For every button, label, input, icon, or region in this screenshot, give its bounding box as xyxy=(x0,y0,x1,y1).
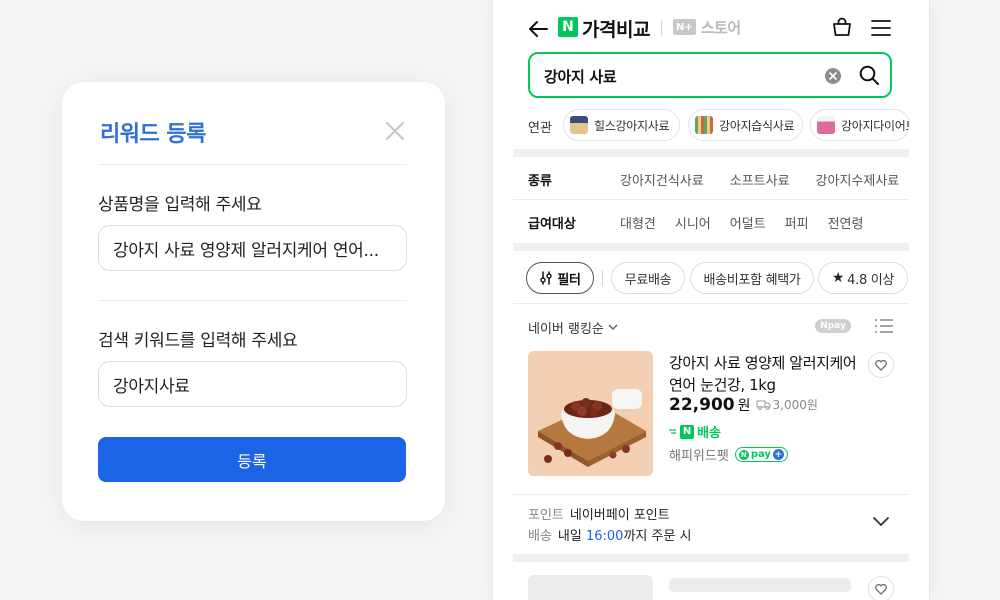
section-divider xyxy=(513,149,909,157)
ship-condition: 까지 주문 시 xyxy=(623,529,692,544)
point-value: 네이버페이 포인트 xyxy=(569,508,670,523)
cart-icon[interactable] xyxy=(831,16,853,38)
shipping-benefit-chip[interactable]: 배송비포함 혜택가 xyxy=(690,262,814,294)
related-chip[interactable]: 강아지습식사료 xyxy=(688,109,803,141)
filter-key: 급여대상 xyxy=(528,217,576,232)
menu-icon[interactable] xyxy=(870,18,892,38)
filter-option[interactable]: 퍼피 xyxy=(785,213,809,232)
filter-option[interactable]: 대형견 xyxy=(620,213,656,232)
price-currency: 원 xyxy=(737,398,751,414)
naver-logo-icon[interactable]: N xyxy=(558,17,578,37)
filter-sliders-icon xyxy=(540,271,553,285)
back-arrow-icon[interactable] xyxy=(527,18,549,40)
filter-button-label: 필터 xyxy=(557,272,581,288)
shipping-fee: 3,000원 xyxy=(756,396,818,413)
product-name-label: 상품명을 입력해 주세요 xyxy=(98,195,262,215)
divider xyxy=(661,20,662,36)
heart-icon xyxy=(875,583,887,595)
divider xyxy=(98,164,407,165)
reward-modal: 리워드 등록 상품명을 입력해 주세요 강아지 사료 영양제 알러지케어 연어.… xyxy=(62,82,445,521)
related-chip-label: 강아지습식사료 xyxy=(719,118,795,133)
seller-name[interactable]: 해피위드펫 xyxy=(669,445,729,464)
filter-key: 종류 xyxy=(528,174,552,189)
ship-time: 16:00 xyxy=(585,529,624,544)
section-divider xyxy=(513,243,909,251)
list-view-icon[interactable] xyxy=(874,318,894,334)
shipping-fee-label: 3,000원 xyxy=(772,398,818,412)
dog-food-bowl-image xyxy=(528,351,653,476)
rating-chip-label: 4.8 이상 xyxy=(847,272,895,288)
delivery-label: 배송 xyxy=(697,426,721,441)
point-key: 포인트 xyxy=(528,508,564,523)
related-chip[interactable]: 힐스강아지사료 xyxy=(563,109,680,141)
truck-icon xyxy=(756,400,770,410)
product-thumb-icon xyxy=(817,116,835,134)
seller: 해피위드펫 N pay + xyxy=(669,445,788,464)
wishlist-button[interactable] xyxy=(868,576,894,600)
keyword-input[interactable]: 강아지사료 xyxy=(98,361,407,407)
phone-screen: N 가격비교 N+ 스토어 강아지 사료 연관 힐스강아지사료 강아지습식사료 … xyxy=(493,0,929,600)
sort-label: 네이버 랭킹순 xyxy=(528,322,604,337)
skeleton-text xyxy=(669,578,851,592)
product-price: 22,900 원 3,000원 xyxy=(669,395,818,415)
filter-option[interactable]: 소프트사료 xyxy=(730,170,790,189)
divider xyxy=(98,300,407,301)
filter-option[interactable]: 어덜트 xyxy=(730,213,766,232)
chevron-down-icon[interactable] xyxy=(872,516,890,528)
speed-lines-icon xyxy=(669,428,676,434)
related-label: 연관 xyxy=(528,121,552,136)
heart-icon xyxy=(875,359,887,371)
store-label: 스토어 xyxy=(700,18,741,37)
nplus-store-link[interactable]: N+ 스토어 xyxy=(673,18,741,37)
free-shipping-chip[interactable]: 무료배송 xyxy=(611,262,685,294)
ship-key: 배송 xyxy=(528,529,552,544)
product-name-input[interactable]: 강아지 사료 영양제 알러지케어 연어... xyxy=(98,225,407,271)
product-thumb-icon xyxy=(570,116,588,134)
naver-delivery-badge: N 배송 xyxy=(669,422,721,441)
filter-option[interactable]: 강아지건식사료 xyxy=(620,170,704,189)
npay-filter-badge[interactable]: Npay xyxy=(815,319,851,333)
filter-row-target: 급여대상 대형견 시니어 어덜트 퍼피 전연령 xyxy=(528,213,863,232)
clear-icon[interactable] xyxy=(824,67,842,85)
rating-chip[interactable]: ★ 4.8 이상 xyxy=(818,262,908,294)
npay-label: pay xyxy=(750,449,771,460)
search-input[interactable]: 강아지 사료 xyxy=(528,52,892,98)
section-divider xyxy=(513,554,909,562)
product-title[interactable]: 강아지 사료 영양제 알러지케어 연어 눈건강, 1kg xyxy=(669,352,859,396)
related-chip-label: 힐스강아지사료 xyxy=(594,118,670,133)
npay-logo-icon: N xyxy=(738,449,749,460)
price-value: 22,900 xyxy=(669,395,735,415)
related-chip[interactable]: 강아지다이어트 xyxy=(810,109,910,141)
divider xyxy=(513,494,909,495)
filter-row-type: 종류 강아지건식사료 소프트사료 강아지수제사료 xyxy=(528,170,899,189)
nplus-logo-icon: N+ xyxy=(673,19,696,35)
divider xyxy=(513,199,909,200)
product-image[interactable] xyxy=(528,351,653,476)
search-query: 강아지 사료 xyxy=(544,68,617,86)
npay-plus-badge: N pay + xyxy=(734,447,788,462)
related-chip-label: 강아지다이어트 xyxy=(841,118,910,133)
sort-dropdown[interactable]: 네이버 랭킹순 xyxy=(528,318,618,337)
chevron-down-icon xyxy=(608,324,618,330)
filter-option[interactable]: 전연령 xyxy=(828,213,864,232)
search-icon[interactable] xyxy=(858,64,880,86)
filter-button[interactable]: 필터 xyxy=(526,262,594,294)
plus-icon: + xyxy=(772,449,784,460)
ship-day: 내일 xyxy=(557,529,582,544)
product-thumb-icon xyxy=(695,116,713,134)
delivery-info: 포인트 네이버페이 포인트 배송 내일 16:00까지 주문 시 xyxy=(528,505,692,547)
divider xyxy=(602,270,603,286)
filter-option[interactable]: 시니어 xyxy=(675,213,711,232)
wishlist-button[interactable] xyxy=(868,352,894,378)
logo-text[interactable]: 가격비교 xyxy=(582,15,650,42)
modal-title: 리워드 등록 xyxy=(100,122,206,147)
keyword-label: 검색 키워드를 입력해 주세요 xyxy=(98,331,298,351)
star-icon: ★ xyxy=(831,270,845,286)
naver-logo-icon: N xyxy=(680,424,694,439)
submit-button[interactable]: 등록 xyxy=(98,437,406,482)
skeleton-image xyxy=(528,575,653,600)
filter-option[interactable]: 강아지수제사료 xyxy=(816,170,900,189)
divider xyxy=(513,303,909,304)
close-icon[interactable] xyxy=(384,120,406,142)
